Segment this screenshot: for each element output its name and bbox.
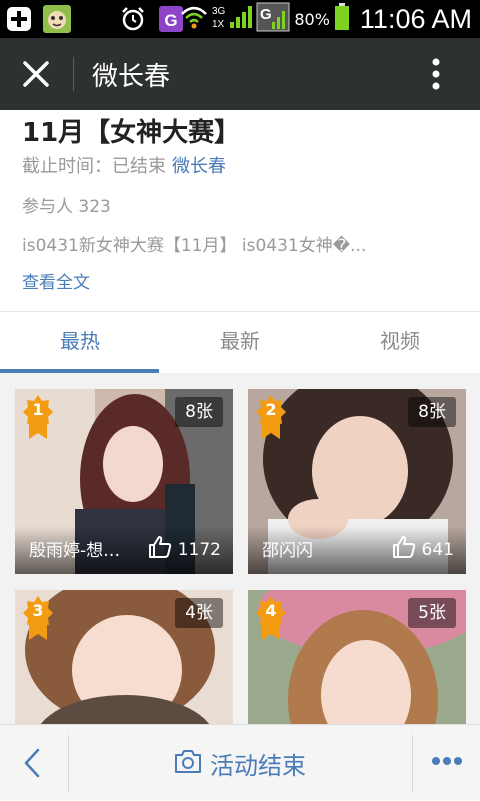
bottom-bar: 活动结束 [0,724,480,800]
read-all-link[interactable]: 查看全文 [22,268,90,293]
entry-card[interactable]: 2 8张 邵闪闪 641 [248,389,466,574]
app-thumbnail-icon [42,4,72,34]
like-count-value: 1172 [177,539,221,560]
tab-video[interactable]: 视频 [320,312,480,374]
wifi-icon [180,4,208,34]
activity-excerpt: is0431新女神大赛【11月】 is0431女神�... [22,236,367,256]
rank-badge: 1 [21,393,55,441]
more-options-icon[interactable] [424,56,448,92]
participant-count: 参与人 323 [22,197,111,217]
rank-number: 2 [265,400,277,419]
title-divider [73,57,74,91]
network-3g-label: 3G [212,6,226,17]
entry-card[interactable]: 3 4张 [15,590,233,724]
back-icon[interactable] [18,747,48,779]
page-content: 11月【女神大赛】 截止时间：已结束 微长春 参与人 323 is0431新女神大… [0,110,480,724]
entry-caption: 殷雨婷-想… 1172 [15,526,233,574]
close-icon[interactable] [18,56,54,92]
activity-ended-button[interactable]: 活动结束 [68,725,412,801]
title-bar: 微长春 [0,38,480,110]
photo-count-badge: 8张 [408,397,456,427]
svg-text:G: G [260,6,272,23]
rank-badge: 2 [254,393,288,441]
tab-bar: 最热 最新 视频 [0,311,480,373]
deadline-label: 截止时间：已结束 [22,156,166,177]
more-icon[interactable] [430,753,464,767]
entry-name: 邵闪闪 [262,541,313,561]
add-icon [4,4,34,34]
rank-badge: 3 [21,594,55,642]
rank-number: 1 [32,400,44,419]
photo-count-badge: 8张 [175,397,223,427]
tab-hottest[interactable]: 最热 [0,312,160,374]
bottom-divider [412,735,413,791]
thumbs-up-icon [392,535,416,564]
organizer-link[interactable]: 微长春 [172,156,226,177]
activity-deadline: 截止时间：已结束 微长春 [22,152,226,178]
battery-icon [334,3,350,35]
photo-count-badge: 4张 [175,598,223,628]
entry-caption: 邵闪闪 641 [248,526,466,574]
network-1x-label: 1X [212,19,225,30]
battery-percent: 80% [294,9,330,29]
activity-ended-label: 活动结束 [210,751,306,780]
photo-count-badge: 5张 [408,598,456,628]
camera-icon [174,748,202,778]
like-count-value: 641 [421,539,454,560]
network-badge: 3G 1X [212,3,226,35]
entry-name: 殷雨婷-想… [29,541,121,561]
entry-grid: 1 8张 殷雨婷-想… 1172 2 8张 邵闪闪 641 3 4张 4 5张 [0,373,480,724]
alarm-icon [118,4,148,34]
rank-badge: 4 [254,594,288,642]
g-network-icon: G [256,2,290,36]
signal-icon [230,4,253,34]
rank-number: 4 [265,601,277,620]
entry-card[interactable]: 1 8张 殷雨婷-想… 1172 [15,389,233,574]
tab-newest[interactable]: 最新 [160,312,320,374]
like-count[interactable]: 641 [392,535,454,564]
entry-card[interactable]: 4 5张 [248,590,466,724]
svg-text:G: G [164,11,177,30]
status-bar: G 3G 1X G 80% 11:06 AM [0,0,480,38]
page-title: 微长春 [92,62,171,92]
like-count[interactable]: 1172 [148,535,221,564]
rank-number: 3 [32,601,44,620]
clock: 11:06 AM [359,3,472,34]
activity-title: 11月【女神大赛】 [22,118,241,148]
thumbs-up-icon [148,535,172,564]
